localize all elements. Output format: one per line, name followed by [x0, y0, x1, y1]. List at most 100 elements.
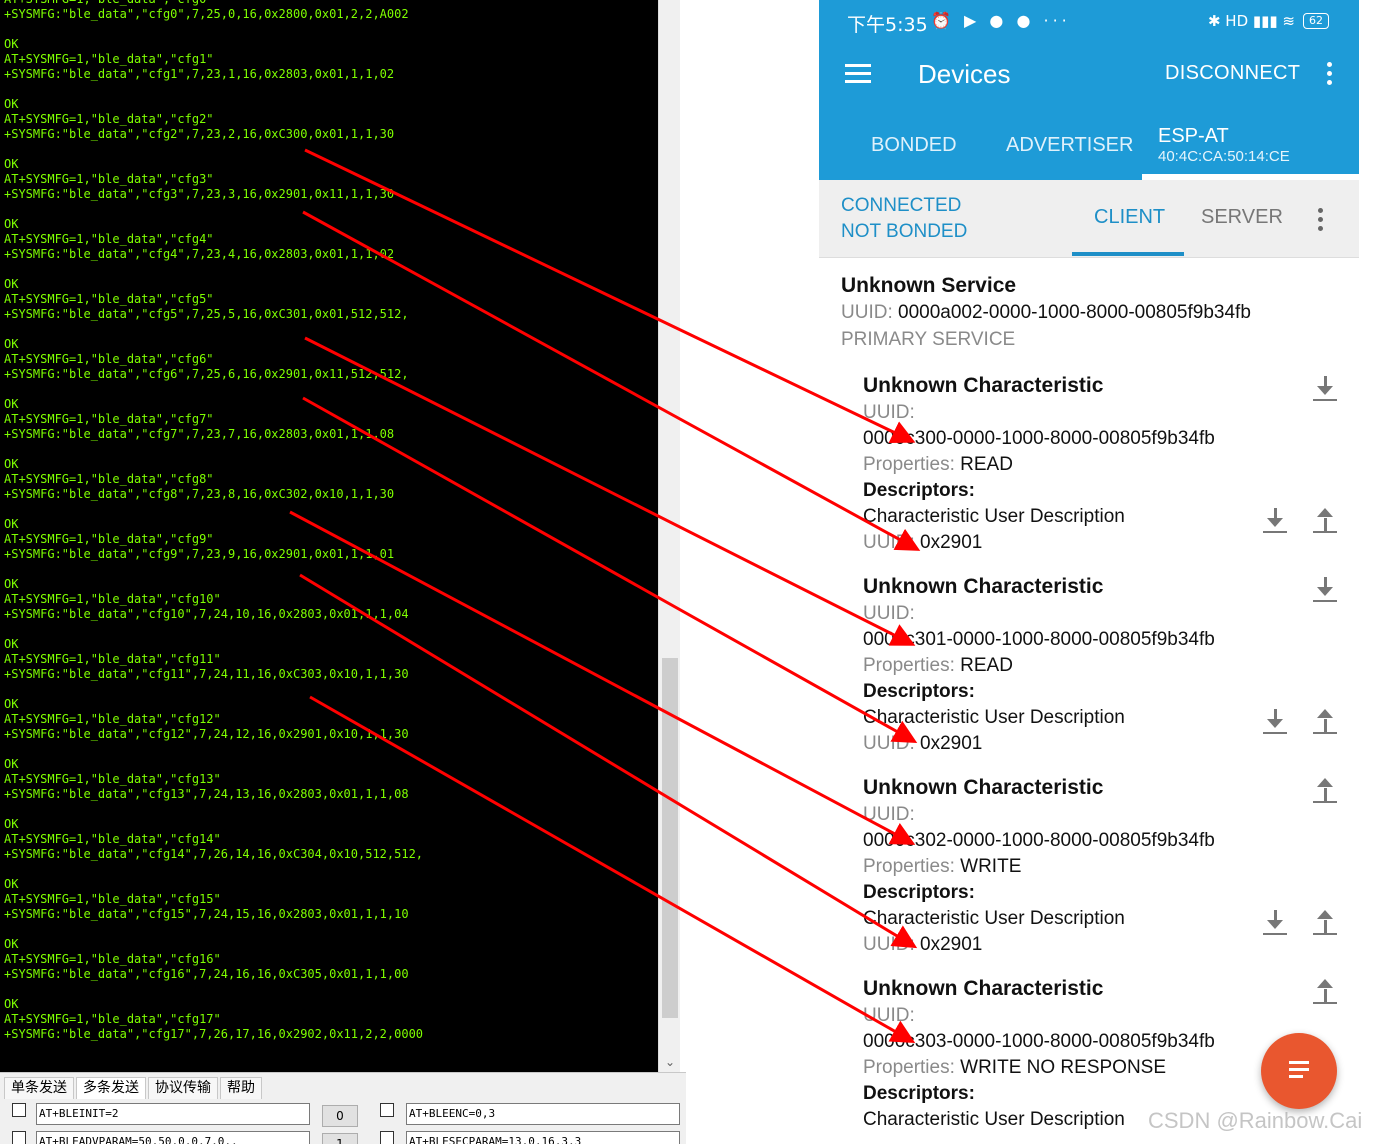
write-icon[interactable]	[1310, 977, 1340, 1007]
terminal-line: +SYSMFG:"ble_data","cfg10",7,24,10,16,0x…	[4, 607, 409, 621]
terminal-line: AT+SYSMFG=1,"ble_data","cfg3"	[4, 172, 214, 186]
more-options-icon[interactable]	[1312, 208, 1328, 236]
connection-status: CONNECTED NOT BONDED	[841, 193, 967, 245]
terminal-line: OK	[4, 37, 19, 51]
connected-label: CONNECTED	[841, 195, 962, 216]
scrollbar-thumb[interactable]	[662, 658, 678, 1018]
row-checkbox[interactable]	[12, 1131, 26, 1144]
service-name[interactable]: Unknown Service	[841, 274, 1016, 298]
characteristic-properties: Properties: WRITE NO RESPONSE	[863, 1057, 1167, 1078]
terminal-scrollbar[interactable]: ⌄	[658, 0, 680, 1072]
system-icons: ✱ HD ▮▮▮ ≋ 62	[1208, 12, 1329, 30]
client-tab-indicator	[1072, 252, 1184, 256]
terminal-line: OK	[4, 217, 19, 231]
write-icon[interactable]	[1310, 776, 1340, 806]
command-field[interactable]: AT+BLEADVPARAM=50,50,0,0,7,0,,	[36, 1131, 310, 1144]
phone-screen: 下午5:35 ⏰ ▶ ● ● ··· ✱ HD ▮▮▮ ≋ 62 Devices…	[819, 0, 1359, 1144]
terminal-line: +SYSMFG:"ble_data","cfg15",7,24,15,16,0x…	[4, 907, 409, 921]
scroll-down-icon[interactable]: ⌄	[662, 1054, 678, 1070]
characteristic-name[interactable]: Unknown Characteristic	[863, 776, 1103, 800]
read-icon[interactable]	[1310, 575, 1340, 605]
disconnect-button[interactable]: DISCONNECT	[1165, 62, 1300, 85]
terminal-line: AT+SYSMFG=1,"ble_data","cfg14"	[4, 832, 221, 846]
tab-bonded[interactable]: BONDED	[871, 134, 957, 157]
log-fab-button[interactable]	[1261, 1033, 1337, 1109]
terminal-line: +SYSMFG:"ble_data","cfg3",7,23,3,16,0x29…	[4, 187, 395, 201]
command-field[interactable]: AT+BLEINIT=2	[36, 1103, 310, 1125]
uuid-label: UUID:	[863, 603, 915, 624]
send-panel: 单条发送 多条发送 协议传输 帮助 AT+BLEINIT=2 0 AT+BLEE…	[0, 1072, 686, 1144]
terminal-line: +SYSMFG:"ble_data","cfg2",7,23,2,16,0xC3…	[4, 127, 395, 141]
send-button[interactable]: 0	[322, 1105, 358, 1127]
terminal-line: OK	[4, 817, 19, 831]
read-descriptor-icon[interactable]	[1260, 707, 1290, 737]
services-list[interactable]: Unknown Service UUID: 0000a002-0000-1000…	[819, 260, 1359, 1144]
tab-esp-at[interactable]: ESP-AT 40:4C:CA:50:14:CE	[1158, 125, 1290, 165]
tab-help[interactable]: 帮助	[220, 1077, 262, 1099]
terminal-line: AT+SYSMFG=1,"ble_data","cfg2"	[4, 112, 214, 126]
device-tabs: BONDED ADVERTISER ESP-AT 40:4C:CA:50:14:…	[819, 108, 1359, 180]
tab-protocol[interactable]: 协议传输	[148, 1077, 218, 1099]
send-tabs: 单条发送 多条发送 协议传输 帮助	[4, 1077, 264, 1099]
send-button[interactable]: 1	[322, 1133, 358, 1144]
write-descriptor-icon[interactable]	[1310, 707, 1340, 737]
tab-advertiser[interactable]: ADVERTISER	[1006, 134, 1133, 157]
terminal-line: +SYSMFG:"ble_data","cfg5",7,25,5,16,0xC3…	[4, 307, 409, 321]
terminal-line: OK	[4, 97, 19, 111]
terminal-line: +SYSMFG:"ble_data","cfg7",7,23,7,16,0x28…	[4, 427, 395, 441]
tab-multi-send[interactable]: 多条发送	[76, 1077, 146, 1099]
characteristic-name[interactable]: Unknown Characteristic	[863, 977, 1103, 1001]
row-checkbox[interactable]	[380, 1131, 394, 1144]
read-icon[interactable]	[1310, 374, 1340, 404]
terminal-line: +SYSMFG:"ble_data","cfg12",7,24,12,16,0x…	[4, 727, 409, 741]
command-field[interactable]: AT+BLEENC=0,3	[406, 1103, 680, 1125]
watermark: CSDN @Rainbow.Cai	[1148, 1108, 1363, 1133]
app-bar: Devices DISCONNECT	[819, 44, 1359, 108]
terminal-line: AT+SYSMFG=1,"ble_data","cfg11"	[4, 652, 221, 666]
terminal-line: OK	[4, 937, 19, 951]
read-descriptor-icon[interactable]	[1260, 908, 1290, 938]
write-descriptor-icon[interactable]	[1310, 908, 1340, 938]
characteristic-uuid: 0000c301-0000-1000-8000-00805f9b34fb	[863, 629, 1215, 650]
terminal-line: AT+SYSMFG=1,"ble_data","cfg17"	[4, 1012, 221, 1026]
characteristic-name[interactable]: Unknown Characteristic	[863, 374, 1103, 398]
notification-icons: ⏰ ▶ ● ● ···	[931, 11, 1071, 30]
terminal-output[interactable]: AT+SYSMFG=1,"ble_data","cfg0"+SYSMFG:"bl…	[0, 0, 658, 1072]
characteristic-uuid: 0000c303-0000-1000-8000-00805f9b34fb	[863, 1031, 1215, 1052]
more-options-icon[interactable]	[1319, 62, 1339, 90]
terminal-line: +SYSMFG:"ble_data","cfg11",7,24,11,16,0x…	[4, 667, 409, 681]
screenshot-root: AT+SYSMFG=1,"ble_data","cfg0"+SYSMFG:"bl…	[0, 0, 1399, 1144]
row-checkbox[interactable]	[380, 1103, 394, 1117]
bond-state-label: NOT BONDED	[841, 221, 968, 242]
write-descriptor-icon[interactable]	[1310, 506, 1340, 536]
characteristic-name[interactable]: Unknown Characteristic	[863, 575, 1103, 599]
terminal-line: OK	[4, 697, 19, 711]
uuid-label: UUID:	[863, 1005, 915, 1026]
tab-server[interactable]: SERVER	[1201, 206, 1283, 229]
terminal-line: AT+SYSMFG=1,"ble_data","cfg1"	[4, 52, 214, 66]
terminal-line: +SYSMFG:"ble_data","cfg13",7,24,13,16,0x…	[4, 787, 409, 801]
terminal-line: +SYSMFG:"ble_data","cfg16",7,24,16,16,0x…	[4, 967, 409, 981]
command-field[interactable]: AT+BLESECPARAM=13,0,16,3,3	[406, 1131, 680, 1144]
terminal-line: OK	[4, 457, 19, 471]
tab-single-send[interactable]: 单条发送	[4, 1077, 74, 1099]
terminal-line: +SYSMFG:"ble_data","cfg8",7,23,8,16,0xC3…	[4, 487, 395, 501]
read-descriptor-icon[interactable]	[1260, 506, 1290, 536]
tab-client[interactable]: CLIENT	[1094, 206, 1165, 229]
menu-icon[interactable]	[845, 64, 871, 84]
characteristic-uuid: 0000c300-0000-1000-8000-00805f9b34fb	[863, 428, 1215, 449]
terminal-line: AT+SYSMFG=1,"ble_data","cfg15"	[4, 892, 221, 906]
terminal-line: AT+SYSMFG=1,"ble_data","cfg5"	[4, 292, 214, 306]
row-checkbox[interactable]	[12, 1103, 26, 1117]
